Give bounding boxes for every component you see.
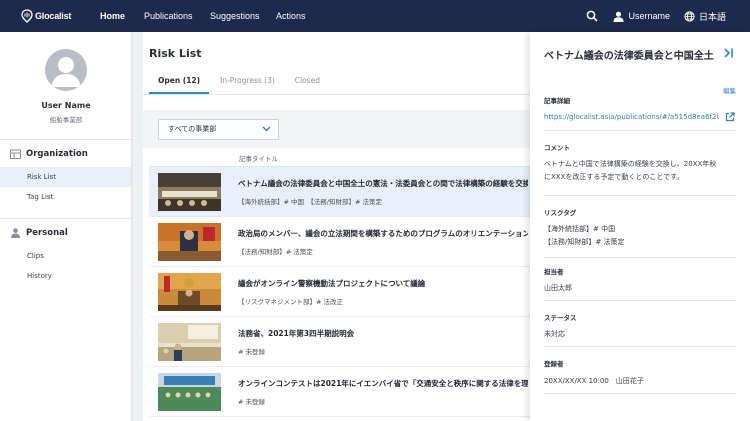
registrant-value: 20XX/XX/XX 10:00 山田花子	[544, 377, 644, 385]
sidebar-section-organization: Organization	[10, 149, 88, 159]
risk-list-card: Risk List Open (12) In-Progress (3) Clos…	[143, 32, 530, 421]
status-label: ステータス	[544, 314, 577, 322]
table-row[interactable]: 議会がオンライン警察機動法プロジェクトについて議論 【リスクマネジメント部】# …	[149, 267, 530, 317]
risk-tags: 【海外統括部】# 中国 【法務/知財部】# 法策定	[544, 223, 624, 248]
comment-line: にXXXを改正する予定で動くとのことです。	[544, 172, 684, 181]
article-title: 法務省、2021年第3四半期説明会	[238, 329, 355, 338]
chevron-down-icon	[262, 126, 271, 132]
tab-divider	[143, 94, 530, 95]
table-row[interactable]: 政治局のメンバー、議会の立法期間を構築するためのプログラムのオリエンテーション …	[149, 217, 530, 267]
risk-tags-label: リスクタグ	[544, 209, 577, 217]
user-name: User Name	[41, 101, 91, 110]
edit-link[interactable]: 編集	[723, 85, 736, 95]
top-navigation: Glocalist Home Publications Suggestions …	[0, 0, 750, 32]
sidebar-section-personal: Personal	[10, 228, 68, 238]
detail-panel: ベトナム議会の法律委員会と中国全土の憲法・法委員会との間で法律構築の経験を交換し…	[530, 32, 750, 421]
panel-divider	[544, 130, 736, 131]
nav-publications[interactable]: Publications	[144, 0, 193, 32]
sidebar-section-label: Organization	[26, 149, 88, 159]
app-name: Glocalist	[35, 11, 72, 21]
nav-home[interactable]: Home	[100, 0, 125, 32]
nav-actions[interactable]: Actions	[276, 0, 306, 32]
tab-open[interactable]: Open (12)	[149, 74, 210, 94]
main-content: Risk List Open (12) In-Progress (3) Clos…	[133, 32, 530, 421]
column-article-title: 記事タイトル	[239, 155, 278, 163]
comment-line: ベトナムと中国で法律構築の経験を交換し、20XX年秋	[544, 160, 717, 168]
globe-icon	[684, 10, 695, 22]
user-menu[interactable]: Username	[613, 11, 670, 22]
sidebar-item-tag-list[interactable]: Tag List	[0, 187, 131, 207]
risk-tag: 【法務/知財部】# 法策定	[544, 237, 625, 246]
status-value: 未対応	[544, 330, 565, 338]
article-title: オンラインコンテストは2021年にイエンバイ省で「交通安全と秩序に関する法律を理…	[238, 379, 528, 388]
article-thumbnail	[158, 273, 221, 311]
person-icon	[11, 228, 20, 238]
filter-bar: すべての事業部	[143, 110, 530, 148]
sidebar-item-history[interactable]: History	[0, 266, 131, 286]
panel-title: ベトナム議会の法律委員会と中国全土の憲法・法委員会との間で法律構築の経験を交換し	[544, 51, 714, 62]
user-department: 船舶事業部	[49, 116, 83, 124]
article-tags: 【法務/知財部】# 法策定	[238, 248, 313, 256]
sidebar-divider	[0, 139, 132, 140]
status-tabs: Open (12) In-Progress (3) Closed	[149, 74, 331, 94]
logo-icon	[21, 9, 33, 23]
sidebar-item-clips[interactable]: Clips	[0, 246, 131, 266]
username-label: Username	[628, 11, 670, 21]
table-header: 記事タイトル	[149, 149, 530, 167]
organization-icon	[10, 149, 21, 159]
article-title: 政治局のメンバー、議会の立法期間を構築するためのプログラムのオリエンテーション	[238, 229, 528, 238]
article-thumbnail	[158, 323, 221, 361]
table-row[interactable]: ベトナム議会の法律委員会と中国全土の憲法・法委員会との間で法律構築の経験を交換し…	[149, 167, 530, 217]
language-label: 日本語	[698, 11, 726, 22]
department-select-value: すべての事業部	[168, 125, 217, 133]
sidebar-item-risk-list[interactable]: Risk List	[0, 167, 131, 187]
panel-divider	[544, 195, 736, 196]
tab-in-progress[interactable]: In-Progress (3)	[211, 74, 284, 94]
article-tags: # 未登録	[238, 398, 266, 406]
article-title: 議会がオンライン警察機動法プロジェクトについて議論	[238, 279, 426, 288]
table-row[interactable]: 法務省、2021年第3四半期説明会 # 未登録	[149, 317, 530, 367]
department-select[interactable]: すべての事業部	[158, 119, 279, 140]
collapse-panel-icon[interactable]	[723, 47, 735, 59]
owner-value: 山田太郎	[544, 284, 572, 292]
user-icon	[613, 11, 624, 22]
sidebar-divider	[0, 218, 132, 219]
registrant-label: 登録者	[544, 360, 564, 368]
article-tags: 【海外統括部】# 中国 【法務/知財部】# 法策定	[238, 198, 382, 206]
search-icon[interactable]	[586, 10, 599, 22]
article-thumbnail	[158, 223, 221, 261]
sidebar: User Name 船舶事業部 Organization Risk List T…	[0, 32, 132, 421]
article-tags: 【リスクマネジメント部】# 法改正	[238, 298, 344, 306]
nav-suggestions[interactable]: Suggestions	[210, 0, 260, 32]
article-thumbnail	[158, 373, 221, 411]
external-link-icon[interactable]	[725, 112, 735, 122]
comment-text: ベトナムと中国で法律構築の経験を交換し、20XX年秋 にXXXを改正する予定で動…	[544, 158, 716, 183]
panel-divider	[544, 300, 736, 301]
article-thumbnail	[158, 173, 221, 211]
table-row[interactable]: オンラインコンテストは2021年にイエンバイ省で「交通安全と秩序に関する法律を理…	[149, 367, 530, 417]
article-tags: # 未登録	[238, 348, 266, 356]
panel-divider	[544, 393, 736, 394]
detail-label: 記事詳細	[544, 97, 570, 105]
article-title: ベトナム議会の法律委員会と中国全土の憲法・法委員会との間で法律構築の経験を交換し	[238, 179, 528, 188]
owner-label: 担当者	[544, 268, 564, 276]
page-title: Risk List	[149, 47, 202, 60]
app-logo[interactable]: Glocalist	[21, 9, 101, 23]
sidebar-section-label: Personal	[26, 228, 68, 238]
risk-tag: 【海外統括部】# 中国	[544, 225, 616, 233]
avatar	[45, 49, 87, 91]
language-menu[interactable]: 日本語	[684, 10, 726, 23]
panel-divider	[544, 257, 736, 258]
comment-label: コメント	[544, 144, 570, 152]
article-link[interactable]: https://glocalist.asia/publications/#/a5…	[544, 111, 719, 124]
tab-closed[interactable]: Closed	[286, 74, 329, 94]
panel-divider	[544, 346, 736, 347]
